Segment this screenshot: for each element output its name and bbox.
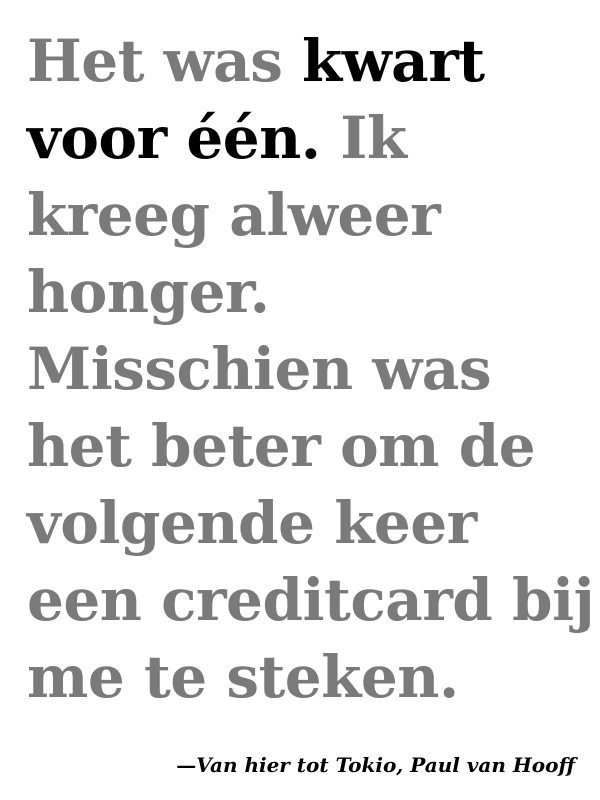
quote-text: Het was kwart voor één. Ik kreeg alweer … bbox=[27, 23, 595, 716]
quote-attribution: —Van hier tot Tokio, Paul van Hooff bbox=[176, 753, 575, 777]
quote-line-2-emphasis: voor één. bbox=[27, 104, 321, 172]
quote-line-4: honger. bbox=[27, 258, 270, 326]
quote-line-8: een creditcard bij bbox=[27, 566, 595, 634]
quote-line-1-muted: Het was bbox=[27, 27, 303, 95]
quote-card: Het was kwart voor één. Ik kreeg alweer … bbox=[0, 0, 600, 800]
quote-line-1: Het was kwart bbox=[27, 23, 587, 100]
quote-line-2-muted: Ik bbox=[320, 104, 407, 172]
quote-line-2: voor één. Ik bbox=[27, 100, 587, 177]
quote-line-7: volgende keer bbox=[27, 489, 477, 557]
quote-line-5: Misschien was bbox=[27, 335, 492, 403]
quote-line-1-emphasis: kwart bbox=[302, 27, 485, 95]
quote-line-9: me te steken. bbox=[27, 643, 459, 711]
quote-line-6: het beter om de bbox=[27, 412, 536, 480]
quote-line-3: kreeg alweer bbox=[27, 181, 441, 249]
